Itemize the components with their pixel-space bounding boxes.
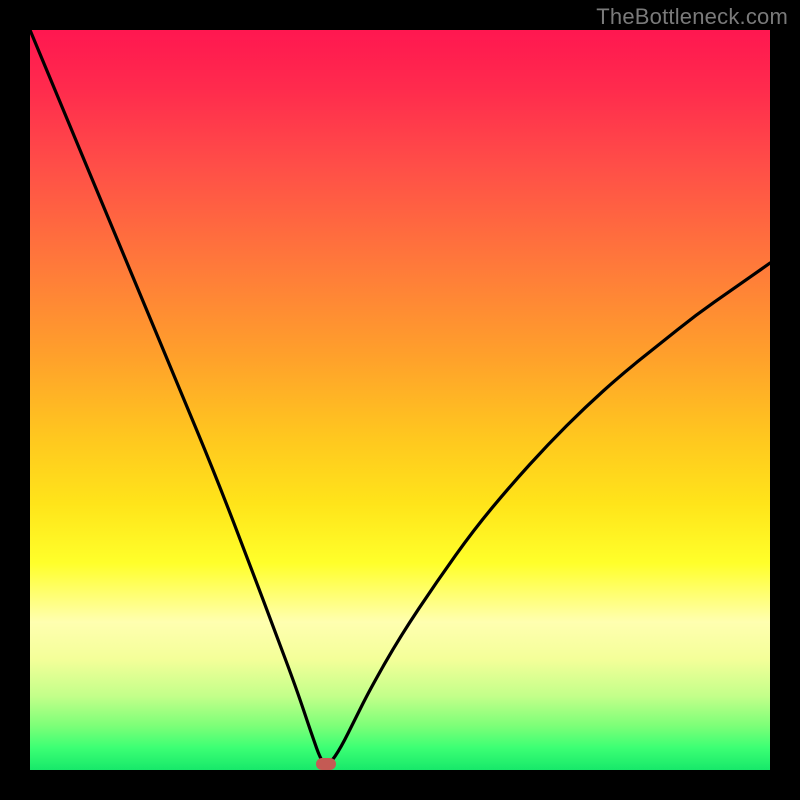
plot-area: [30, 30, 770, 770]
curve-svg: [30, 30, 770, 770]
chart-frame: TheBottleneck.com: [0, 0, 800, 800]
watermark-text: TheBottleneck.com: [596, 4, 788, 30]
optimal-point-marker: [316, 758, 336, 770]
bottleneck-curve: [30, 30, 770, 764]
